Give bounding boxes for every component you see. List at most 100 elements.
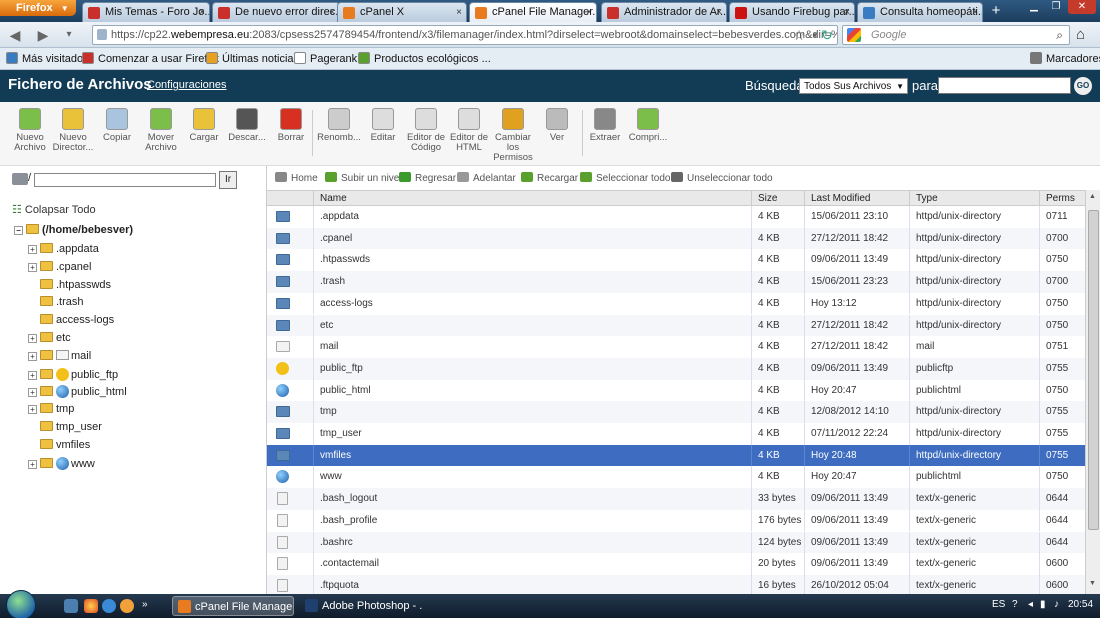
- table-row[interactable]: .cpanel 4 KB 27/12/2011 18:42 httpd/unix-di…: [267, 227, 1085, 250]
- tray-arrow-icon[interactable]: ◂: [1028, 599, 1033, 610]
- expand-icon[interactable]: +: [28, 245, 37, 254]
- table-row[interactable]: .appdata 4 KB 15/06/2011 23:10 httpd/unix-d…: [267, 206, 1085, 228]
- table-row[interactable]: .bashrc 124 bytes 09/06/2011 13:49 text/x-g…: [267, 531, 1085, 554]
- taskbar-task[interactable]: cPanel File Manager...: [172, 596, 294, 616]
- close-icon[interactable]: ×: [844, 3, 850, 22]
- nav-action[interactable]: Subir un nivel: [325, 172, 402, 184]
- toolbar-button[interactable]: Descar...: [224, 108, 270, 143]
- bookmark-item[interactable]: Más visitados: [6, 52, 89, 65]
- toolbar-button[interactable]: Cargar: [181, 108, 227, 143]
- file-list-scrollbar[interactable]: ▲ ▼: [1085, 190, 1100, 594]
- file-search-input[interactable]: [938, 77, 1071, 94]
- forward-icon[interactable]: ▶: [34, 26, 52, 44]
- toolbar-button[interactable]: Cambiar los Permisos: [490, 108, 536, 163]
- browser-tab[interactable]: Mis Temas - Foro Jo... ×: [82, 2, 210, 22]
- browser-tab[interactable]: cPanel File Manager... ×: [469, 2, 597, 22]
- table-row[interactable]: .bash_logout 33 bytes 09/06/2011 13:49 text…: [267, 488, 1085, 510]
- network-icon[interactable]: ▮: [1040, 599, 1046, 610]
- expand-icon[interactable]: +: [28, 262, 37, 272]
- toolbar-button[interactable]: Extraer: [582, 108, 628, 143]
- toolbar-button[interactable]: Ver: [534, 108, 580, 143]
- more-shortcuts-icon[interactable]: »: [142, 599, 148, 610]
- table-row[interactable]: vmfiles 4 KB Hoy 20:48 httpd/unix-directory…: [267, 444, 1085, 467]
- close-icon[interactable]: ×: [972, 3, 978, 22]
- close-window-icon[interactable]: ✕: [1068, 0, 1096, 14]
- table-row[interactable]: tmp 4 KB 12/08/2012 14:10 httpd/unix-direct…: [267, 401, 1085, 423]
- firefox-icon[interactable]: [120, 599, 134, 613]
- expand-icon[interactable]: +: [28, 459, 37, 469]
- close-icon[interactable]: ×: [199, 3, 205, 22]
- tree-item[interactable]: + .cpanel: [28, 260, 91, 273]
- tree-item[interactable]: + etc: [28, 332, 71, 344]
- table-row[interactable]: .bash_profile 176 bytes 09/06/2011 13:49 te…: [267, 509, 1085, 532]
- toolbar-button[interactable]: Renomb...: [316, 108, 362, 143]
- bookmark-item[interactable]: Comenzar a usar Firefox: [82, 52, 219, 65]
- search-icon[interactable]: ⌕: [1056, 26, 1063, 44]
- bookmark-item[interactable]: Últimas noticias: [206, 52, 299, 65]
- nav-action[interactable]: Adelantar: [457, 172, 516, 184]
- expand-icon[interactable]: +: [28, 388, 37, 398]
- bookmark-item[interactable]: Productos ecológicos ...: [358, 52, 491, 65]
- collapse-all-link[interactable]: ☷ Colapsar Todo: [12, 203, 96, 216]
- column-header[interactable]: Perms: [1039, 191, 1085, 207]
- reload-icon[interactable]: ↻: [818, 26, 836, 44]
- toolbar-button[interactable]: Compri...: [625, 108, 671, 143]
- toolbar-button[interactable]: Mover Archivo: [138, 108, 184, 153]
- tree-item[interactable]: + public_html: [28, 385, 127, 399]
- table-row[interactable]: .htpasswds 4 KB 09/06/2011 13:49 httpd/unix…: [267, 249, 1085, 272]
- search-go-button[interactable]: GO: [1074, 77, 1092, 95]
- taskbar-task[interactable]: Adobe Photoshop - ...: [300, 596, 422, 616]
- tree-item[interactable]: + .appdata: [28, 243, 99, 255]
- column-header[interactable]: Size: [751, 191, 804, 207]
- close-icon[interactable]: ×: [456, 3, 462, 22]
- language-indicator[interactable]: ES: [992, 599, 1005, 610]
- browser-tab[interactable]: Administrador de Ar... ×: [601, 2, 727, 22]
- table-row[interactable]: .ftpquota 16 bytes 26/10/2012 05:04 text/x-…: [267, 574, 1085, 594]
- toolbar-button[interactable]: Nuevo Archivo: [7, 108, 53, 153]
- minimize-icon[interactable]: ▁: [1024, 0, 1044, 14]
- search-input[interactable]: Google ⌕: [842, 25, 1070, 45]
- browser-tab[interactable]: Usando Firebug par... ×: [729, 2, 855, 22]
- collapse-icon[interactable]: −: [14, 226, 23, 235]
- tree-item[interactable]: tmp_user: [28, 421, 102, 433]
- tree-item[interactable]: vmfiles: [28, 438, 90, 451]
- maximize-icon[interactable]: ❐: [1046, 0, 1066, 14]
- scroll-up-icon[interactable]: ▲: [1089, 193, 1096, 200]
- table-row[interactable]: public_html 4 KB Hoy 20:47 publichtml 0750: [267, 379, 1085, 402]
- back-icon[interactable]: ◀: [6, 26, 24, 44]
- table-row[interactable]: www 4 KB Hoy 20:47 publichtml 0750: [267, 466, 1085, 489]
- settings-link[interactable]: Configuraciones: [147, 79, 227, 91]
- toolbar-button[interactable]: Editor de Código: [403, 108, 449, 153]
- toolbar-button[interactable]: Editar: [360, 108, 406, 143]
- expand-icon[interactable]: +: [28, 370, 37, 380]
- table-row[interactable]: mail 4 KB 27/12/2011 18:42 mail 0751: [267, 336, 1085, 358]
- internet-explorer-icon[interactable]: [102, 599, 116, 613]
- go-path-button[interactable]: Ir: [219, 171, 237, 189]
- toolbar-button[interactable]: Nuevo Director...: [50, 108, 96, 153]
- nav-action[interactable]: Seleccionar todo: [580, 172, 671, 184]
- table-row[interactable]: .contactemail 20 bytes 09/06/2011 13:49 tex…: [267, 553, 1085, 575]
- tree-item[interactable]: + www: [28, 456, 95, 470]
- table-row[interactable]: tmp_user 4 KB 07/11/2012 22:24 httpd/unix-d…: [267, 423, 1085, 445]
- browser-tab[interactable]: De nuevo error direc... ×: [212, 2, 340, 22]
- close-icon[interactable]: ×: [329, 3, 335, 22]
- browser-tab[interactable]: Consulta homeopáti... ×: [857, 2, 983, 22]
- nav-action[interactable]: Regresar: [399, 172, 456, 184]
- expand-icon[interactable]: +: [28, 334, 37, 343]
- close-icon[interactable]: ×: [586, 3, 592, 22]
- column-header[interactable]: Last Modified: [804, 191, 909, 207]
- new-tab-button[interactable]: +: [987, 2, 1005, 20]
- table-row[interactable]: .trash 4 KB 15/06/2011 23:23 httpd/unix-dir…: [267, 271, 1085, 293]
- tree-item[interactable]: + mail: [28, 349, 91, 362]
- scrollbar-thumb[interactable]: [1088, 210, 1099, 530]
- toolbar-button[interactable]: Editor de HTML: [446, 108, 492, 153]
- table-row[interactable]: public_ftp 4 KB 09/06/2011 13:49 publicftp 0…: [267, 357, 1085, 380]
- toolbar-button[interactable]: Copiar: [94, 108, 140, 143]
- scroll-down-icon[interactable]: ▼: [1089, 580, 1096, 587]
- path-input[interactable]: [34, 173, 216, 187]
- chrome-icon[interactable]: [84, 599, 98, 613]
- table-row[interactable]: etc 4 KB 27/12/2011 18:42 httpd/unix-direct…: [267, 314, 1085, 337]
- tree-item[interactable]: + public_ftp: [28, 367, 118, 381]
- help-icon[interactable]: ?: [1012, 599, 1018, 610]
- tree-item[interactable]: .trash: [28, 296, 84, 308]
